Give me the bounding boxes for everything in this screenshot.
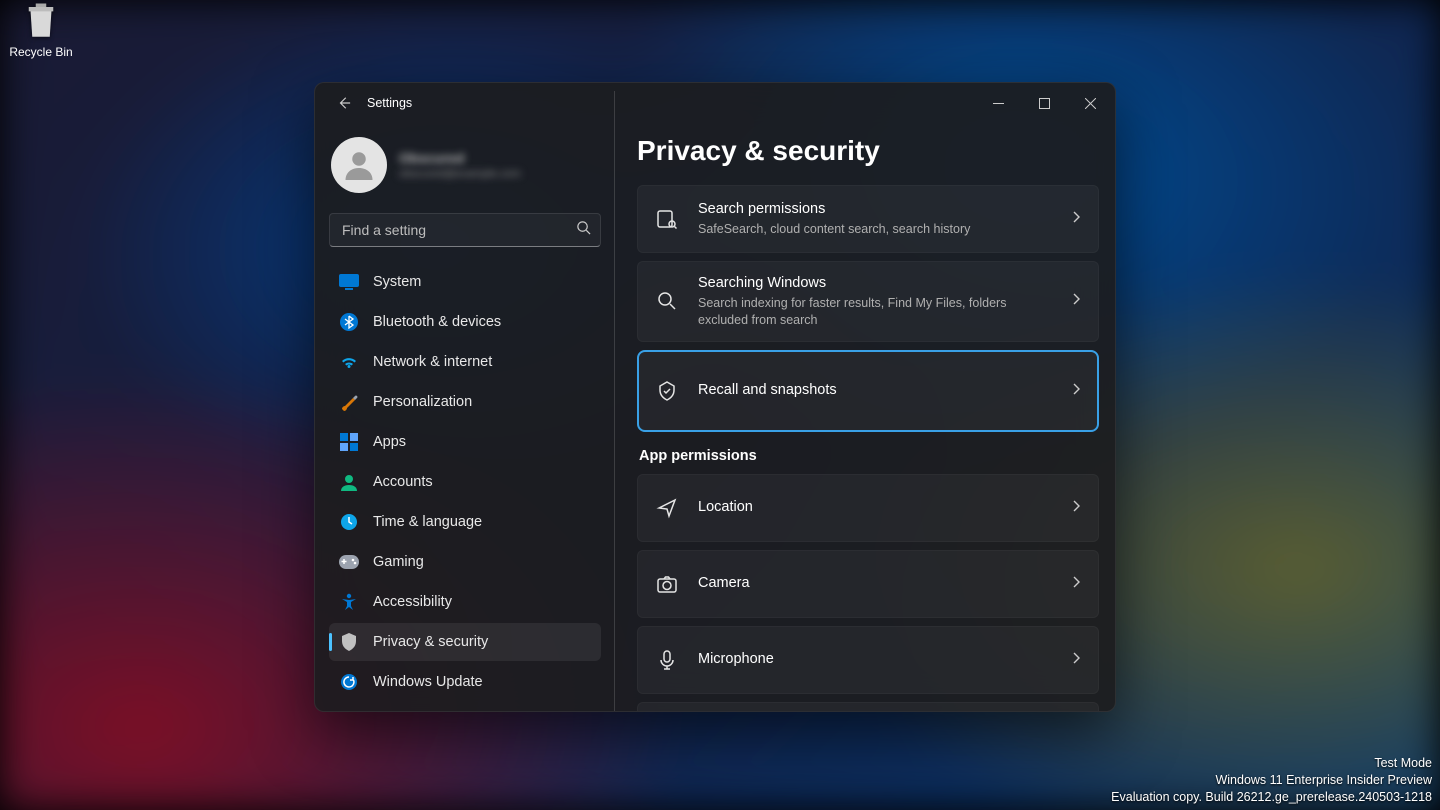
search-permissions-icon — [656, 208, 678, 230]
recycle-bin-icon — [20, 0, 62, 42]
system-icon — [339, 272, 359, 292]
recall-icon — [656, 380, 678, 402]
desktop-watermark: Test Mode Windows 11 Enterprise Insider … — [1111, 755, 1432, 806]
nav-item-network[interactable]: Network & internet — [329, 343, 601, 381]
chevron-right-icon — [1070, 575, 1082, 593]
nav-label: Windows Update — [373, 674, 483, 690]
nav-item-personalization[interactable]: Personalization — [329, 383, 601, 421]
nav-label: Personalization — [373, 394, 472, 410]
accounts-icon — [339, 472, 359, 492]
card-search-permissions[interactable]: Search permissions SafeSearch, cloud cont… — [637, 185, 1099, 253]
nav-item-privacy[interactable]: Privacy & security — [329, 623, 601, 661]
sidebar: Obscured obscured@example.com System Blu… — [315, 123, 615, 711]
nav-list: System Bluetooth & devices Network & int… — [327, 261, 603, 711]
clock-icon — [339, 512, 359, 532]
nav-item-accessibility[interactable]: Accessibility — [329, 583, 601, 621]
maximize-icon — [1039, 98, 1050, 109]
wifi-icon — [339, 352, 359, 372]
nav-label: System — [373, 274, 421, 290]
nav-label: Bluetooth & devices — [373, 314, 501, 330]
search-icon — [576, 220, 591, 240]
content-area: Privacy & security Search permissions Saf… — [615, 123, 1115, 711]
search-box[interactable] — [329, 213, 601, 247]
window-title: Settings — [367, 96, 412, 110]
card-microphone[interactable]: Microphone — [637, 626, 1099, 694]
paintbrush-icon — [339, 392, 359, 412]
nav-label: Gaming — [373, 554, 424, 570]
card-title: Recall and snapshots — [698, 381, 1050, 400]
desktop-icon-recycle-bin[interactable]: Recycle Bin — [6, 0, 76, 59]
searching-windows-icon — [656, 290, 678, 312]
card-location[interactable]: Location — [637, 474, 1099, 542]
card-recall-snapshots[interactable]: Recall and snapshots — [637, 350, 1099, 432]
card-title: Location — [698, 498, 1050, 517]
avatar — [331, 137, 387, 193]
maximize-button[interactable] — [1021, 87, 1067, 119]
minimize-button[interactable] — [975, 87, 1021, 119]
nav-item-time[interactable]: Time & language — [329, 503, 601, 541]
profile-email: obscured@example.com — [399, 168, 521, 180]
card-subtitle: SafeSearch, cloud content search, search… — [698, 221, 1050, 238]
apps-icon — [339, 432, 359, 452]
page-title: Privacy & security — [637, 135, 1099, 167]
card-camera[interactable]: Camera — [637, 550, 1099, 618]
back-button[interactable] — [329, 88, 359, 118]
update-icon — [339, 672, 359, 692]
chevron-right-icon — [1070, 499, 1082, 517]
gaming-icon — [339, 552, 359, 572]
nav-label: Accounts — [373, 474, 433, 490]
close-button[interactable] — [1067, 87, 1113, 119]
chevron-right-icon — [1070, 382, 1082, 400]
profile-block[interactable]: Obscured obscured@example.com — [327, 133, 603, 207]
nav-label: Apps — [373, 434, 406, 450]
nav-label: Network & internet — [373, 354, 492, 370]
search-input[interactable] — [329, 213, 601, 247]
card-searching-windows[interactable]: Searching Windows Search indexing for fas… — [637, 261, 1099, 342]
location-icon — [656, 497, 678, 519]
nav-label: Privacy & security — [373, 634, 488, 650]
profile-name: Obscured — [399, 150, 521, 166]
card-title: Camera — [698, 574, 1050, 593]
nav-item-bluetooth[interactable]: Bluetooth & devices — [329, 303, 601, 341]
nav-item-gaming[interactable]: Gaming — [329, 543, 601, 581]
nav-item-update[interactable]: Windows Update — [329, 663, 601, 701]
minimize-icon — [993, 98, 1004, 109]
settings-window: Settings Obscured obscured@example.com S… — [314, 82, 1116, 712]
card-voice-activation[interactable]: Voice activation — [637, 702, 1099, 711]
close-icon — [1085, 98, 1096, 109]
shield-icon — [339, 632, 359, 652]
card-title: Search permissions — [698, 200, 1050, 219]
titlebar: Settings — [315, 83, 1115, 123]
nav-item-system[interactable]: System — [329, 263, 601, 301]
camera-icon — [656, 573, 678, 595]
card-title: Searching Windows — [698, 274, 1050, 293]
person-icon — [341, 147, 377, 183]
nav-item-apps[interactable]: Apps — [329, 423, 601, 461]
bluetooth-icon — [339, 312, 359, 332]
microphone-icon — [656, 649, 678, 671]
accessibility-icon — [339, 592, 359, 612]
card-title: Microphone — [698, 650, 1050, 669]
chevron-right-icon — [1070, 651, 1082, 669]
chevron-right-icon — [1070, 210, 1082, 228]
card-subtitle: Search indexing for faster results, Find… — [698, 295, 1050, 329]
section-header-app-permissions: App permissions — [639, 448, 1099, 464]
nav-label: Time & language — [373, 514, 482, 530]
chevron-right-icon — [1070, 292, 1082, 310]
nav-item-accounts[interactable]: Accounts — [329, 463, 601, 501]
desktop-icon-label: Recycle Bin — [6, 45, 76, 59]
nav-label: Accessibility — [373, 594, 452, 610]
back-arrow-icon — [337, 96, 351, 110]
